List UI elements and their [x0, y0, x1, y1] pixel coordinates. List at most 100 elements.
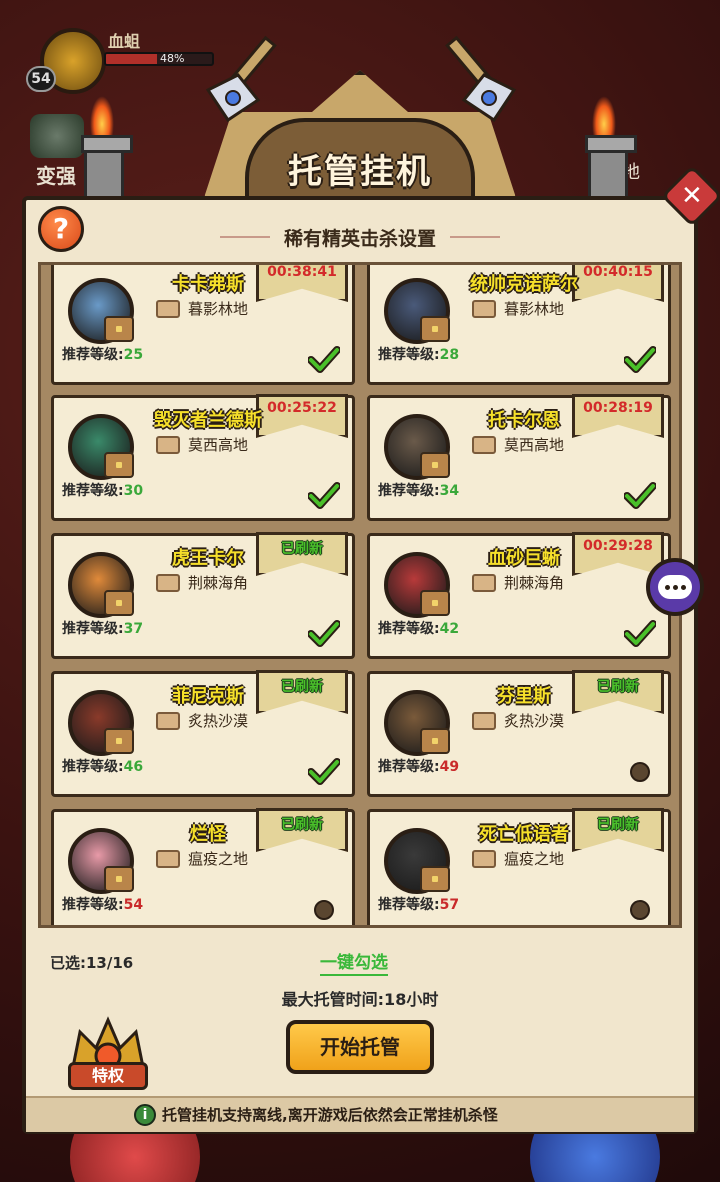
recommended-level: 推荐等级:37: [62, 618, 143, 638]
scroll-map-icon: [156, 712, 180, 730]
recommended-level-label: 推荐等级:: [62, 483, 124, 499]
dialog-title: 托管挂机: [288, 152, 432, 192]
elite-card[interactable]: 00:25:22 毁灭者兰德斯 莫西高地 推荐等级:30: [51, 394, 355, 521]
elite-name: 托卡尔恩: [488, 410, 560, 431]
start-auto-button[interactable]: 开始托管: [286, 1020, 434, 1074]
elite-location: 荆棘海角: [504, 574, 565, 592]
recommended-level-value: 46: [123, 759, 144, 775]
scroll-map-icon: [472, 574, 496, 592]
elite-location: 荆棘海角: [188, 574, 249, 592]
recommended-level-label: 推荐等级:: [378, 347, 440, 363]
elite-location: 莫西高地: [188, 436, 249, 454]
green-check-icon[interactable]: [308, 758, 340, 786]
recommended-level-label: 推荐等级:: [62, 621, 124, 637]
green-check-icon[interactable]: [308, 482, 340, 510]
player-hp-fill: [106, 54, 157, 64]
treasure-chest-icon: [104, 590, 134, 616]
recommended-level: 推荐等级:30: [62, 480, 143, 500]
elite-name: 卡卡弗斯: [172, 274, 244, 295]
recommended-level: 推荐等级:34: [378, 480, 459, 500]
recommended-level-value: 54: [123, 897, 144, 913]
elite-card[interactable]: 00:40:15 统帅克诺萨尔 暮影林地 推荐等级:28: [367, 265, 671, 385]
green-check-icon[interactable]: [624, 346, 656, 374]
elite-card[interactable]: 已刷新 菲尼克斯 炙热沙漠 推荐等级:46: [51, 670, 355, 797]
treasure-chest-icon: [420, 866, 450, 892]
elite-name: 统帅克诺萨尔: [470, 274, 578, 295]
player-hp-text: 48%: [160, 52, 185, 65]
green-check-icon[interactable]: [624, 620, 656, 648]
unchecked-circle-icon[interactable]: [630, 762, 650, 782]
elite-name: 毁灭者兰德斯: [154, 410, 262, 431]
elite-location: 莫西高地: [504, 436, 565, 454]
recommended-level: 推荐等级:42: [378, 618, 459, 638]
green-check-icon[interactable]: [308, 346, 340, 374]
scroll-map-icon: [156, 850, 180, 868]
elite-name: 虎王卡尔: [172, 548, 244, 569]
elite-card[interactable]: 00:29:28 血砂巨蜥 荆棘海角 推荐等级:42: [367, 532, 671, 659]
elite-location: 炙热沙漠: [188, 712, 249, 730]
elite-name: 死亡低语者: [479, 824, 569, 845]
recommended-level-value: 28: [439, 347, 460, 363]
recommended-level: 推荐等级:25: [62, 344, 143, 364]
treasure-chest-icon: [104, 866, 134, 892]
treasure-chest-icon: [420, 316, 450, 342]
torch-left-icon: [90, 96, 114, 136]
elite-list[interactable]: 00:38:41 卡卡弗斯 暮影林地 推荐等级:25 00:40:15 统帅克诺萨尔 暮影林…: [38, 262, 682, 928]
pillar-right: [585, 135, 637, 200]
recommended-level-value: 42: [439, 621, 460, 637]
scroll-map-icon: [472, 712, 496, 730]
max-duration-text: 最大托管时间:18小时: [281, 990, 439, 1009]
player-name: 血蛆: [108, 32, 141, 51]
scroll-map-icon: [472, 300, 496, 318]
elite-card[interactable]: 已刷新 芬里斯 炙热沙漠 推荐等级:49: [367, 670, 671, 797]
recommended-level: 推荐等级:49: [378, 756, 459, 776]
privilege-button[interactable]: 特权: [68, 1062, 148, 1090]
treasure-chest-icon: [420, 590, 450, 616]
scroll-map-icon: [156, 300, 180, 318]
elite-card[interactable]: 00:38:41 卡卡弗斯 暮影林地 推荐等级:25: [51, 265, 355, 385]
elite-name: 烂怪: [190, 824, 226, 845]
selected-count: 已选:13/16: [50, 954, 134, 972]
treasure-chest-icon: [104, 316, 134, 342]
pillar-left: [81, 135, 133, 200]
section-title: 稀有精英击杀设置: [210, 224, 510, 251]
recommended-level-value: 57: [439, 897, 460, 913]
recommended-level-value: 49: [439, 759, 460, 775]
elite-location: 瘟疫之地: [188, 850, 249, 868]
elite-card[interactable]: 已刷新 虎王卡尔 荆棘海角 推荐等级:37: [51, 532, 355, 659]
elite-card[interactable]: 已刷新 烂怪 瘟疫之地 推荐等级:54: [51, 808, 355, 925]
elite-location: 暮影林地: [188, 300, 249, 318]
recommended-level-label: 推荐等级:: [378, 483, 440, 499]
rank-icon[interactable]: [30, 114, 84, 158]
recommended-level-label: 推荐等级:: [62, 347, 124, 363]
recommended-level-label: 推荐等级:: [62, 759, 124, 775]
unchecked-circle-icon[interactable]: [314, 900, 334, 920]
green-check-icon[interactable]: [308, 620, 340, 648]
elite-card[interactable]: 00:28:19 托卡尔恩 莫西高地 推荐等级:34: [367, 394, 671, 521]
recommended-level-value: 25: [123, 347, 144, 363]
player-level-badge: 54: [26, 66, 56, 92]
tip-text: 托管挂机支持离线,离开游戏后依然会正常挂机杀怪: [162, 1106, 498, 1124]
recommended-level-value: 34: [439, 483, 460, 499]
scroll-map-icon: [472, 436, 496, 454]
elite-name: 芬里斯: [497, 686, 551, 707]
close-icon: ✕: [681, 180, 703, 211]
select-all-button[interactable]: 一键勾选: [320, 948, 388, 976]
scroll-map-icon: [156, 436, 180, 454]
elite-location: 炙热沙漠: [504, 712, 565, 730]
chat-button[interactable]: [646, 558, 704, 616]
unchecked-circle-icon[interactable]: [630, 900, 650, 920]
help-button[interactable]: ?: [38, 206, 84, 252]
recommended-level-value: 37: [123, 621, 144, 637]
treasure-chest-icon: [420, 452, 450, 478]
recommended-level: 推荐等级:28: [378, 344, 459, 364]
elite-location: 暮影林地: [504, 300, 565, 318]
treasure-chest-icon: [104, 728, 134, 754]
torch-right-icon: [592, 96, 616, 136]
green-check-icon[interactable]: [624, 482, 656, 510]
strengthen-label[interactable]: 变强: [36, 160, 76, 189]
scroll-map-icon: [156, 574, 180, 592]
chat-bubble-icon: [658, 575, 692, 599]
recommended-level-label: 推荐等级:: [378, 897, 440, 913]
elite-card[interactable]: 已刷新 死亡低语者 瘟疫之地 推荐等级:57: [367, 808, 671, 925]
